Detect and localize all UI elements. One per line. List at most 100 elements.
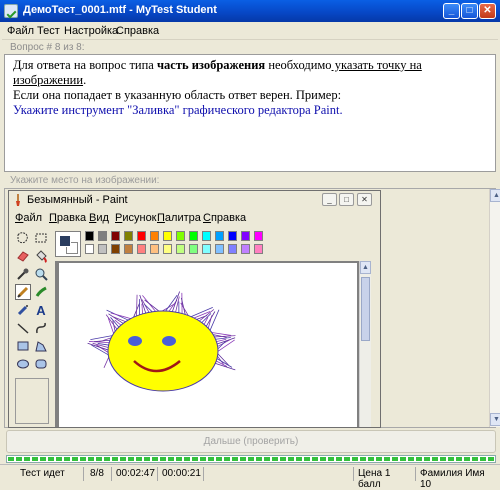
paint-canvas[interactable]: [59, 263, 357, 427]
maximize-button[interactable]: □: [461, 3, 478, 19]
paint-toolbox: A: [11, 228, 53, 428]
fill-bucket-icon[interactable]: [33, 248, 49, 264]
paint-menu-image[interactable]: Рисунок: [115, 212, 157, 224]
curve-icon[interactable]: [33, 320, 49, 336]
question-panel: Для ответа на вопрос типа часть изображе…: [4, 54, 496, 172]
minimize-button[interactable]: _: [443, 3, 460, 19]
palette-swatch[interactable]: [163, 244, 172, 254]
palette-swatch[interactable]: [137, 244, 146, 254]
scroll-up-icon[interactable]: ▲: [490, 189, 500, 202]
rounded-rect-icon[interactable]: [33, 356, 49, 372]
hair-stroke: [136, 295, 137, 316]
status-empty: [204, 467, 354, 481]
palette-swatch[interactable]: [85, 244, 94, 254]
airbrush-icon[interactable]: [15, 302, 31, 318]
question-text: .: [83, 73, 86, 87]
menu-settings[interactable]: Настройка: [64, 25, 118, 37]
image-instruction-header: Укажите место на изображении:: [2, 174, 498, 188]
scroll-down-icon[interactable]: ▼: [490, 413, 500, 426]
brush-icon[interactable]: [33, 284, 49, 300]
status-total-time: 00:02:47: [112, 467, 158, 481]
status-question-time: 00:00:21: [158, 467, 204, 481]
palette-swatch[interactable]: [98, 244, 107, 254]
palette-swatch[interactable]: [241, 244, 250, 254]
paint-menu-help[interactable]: Справка: [203, 212, 246, 224]
title-bar: ДемоТест_0001.mtf - MyTest Student _ □ ✕: [0, 0, 500, 22]
menu-test[interactable]: Тест: [37, 25, 60, 37]
palette-swatch[interactable]: [254, 244, 263, 254]
menu-help[interactable]: Справка: [116, 25, 159, 37]
palette-swatch[interactable]: [241, 231, 250, 241]
palette-swatch[interactable]: [228, 244, 237, 254]
hair-stroke: [216, 337, 231, 339]
next-check-button[interactable]: Дальше (проверить): [6, 430, 496, 453]
palette-swatch[interactable]: [98, 231, 107, 241]
paint-minimize-icon[interactable]: _: [322, 193, 337, 206]
palette-swatch[interactable]: [111, 244, 120, 254]
palette-swatch[interactable]: [189, 244, 198, 254]
tool-options-box[interactable]: [15, 378, 49, 424]
palette-swatch[interactable]: [202, 231, 211, 241]
paint-title: Безымянный - Paint: [27, 194, 128, 206]
palette-swatch[interactable]: [202, 244, 211, 254]
menu-file[interactable]: Файл: [7, 25, 34, 37]
hair-stroke: [142, 304, 143, 314]
palette-swatch[interactable]: [124, 231, 133, 241]
palette-swatch[interactable]: [215, 244, 224, 254]
app-check-icon: [4, 4, 18, 18]
canvas-vertical-scrollbar[interactable]: ▲: [359, 261, 371, 427]
close-button[interactable]: ✕: [479, 3, 496, 19]
palette-swatches: [85, 231, 285, 259]
rect-select-icon[interactable]: [33, 230, 49, 246]
paint-menu-edit[interactable]: Правка: [49, 212, 86, 224]
question-line-2: Если она попадает в указанную область от…: [13, 88, 495, 103]
palette-swatch[interactable]: [150, 231, 159, 241]
palette-swatch[interactable]: [176, 231, 185, 241]
hair-stroke: [108, 314, 123, 324]
palette-swatch[interactable]: [137, 231, 146, 241]
test-progress-fill: [8, 457, 494, 461]
canvas-scroll-thumb[interactable]: [361, 277, 370, 341]
text-icon[interactable]: A: [33, 302, 49, 318]
paint-menu-file[interactable]: Файл: [15, 212, 42, 224]
paint-maximize-icon[interactable]: □: [339, 193, 354, 206]
palette-swatch[interactable]: [111, 231, 120, 241]
palette-swatch[interactable]: [254, 231, 263, 241]
status-state: Тест идет: [0, 467, 84, 481]
palette-swatch[interactable]: [215, 231, 224, 241]
paint-close-icon[interactable]: ✕: [357, 193, 372, 206]
palette-swatch[interactable]: [189, 231, 198, 241]
window-title: ДемоТест_0001.mtf - MyTest Student: [23, 4, 217, 16]
canvas-scroll-up-icon[interactable]: ▲: [360, 261, 371, 274]
hair-stroke: [115, 320, 121, 325]
palette-swatch[interactable]: [228, 231, 237, 241]
pencil-icon[interactable]: [15, 284, 31, 300]
paint-canvas-area: ▲: [55, 261, 371, 427]
eraser-icon[interactable]: [15, 248, 31, 264]
rectangle-icon[interactable]: [15, 338, 31, 354]
test-progress-bar: [6, 455, 496, 463]
palette-swatch[interactable]: [124, 244, 133, 254]
palette-swatch[interactable]: [150, 244, 159, 254]
free-select-icon[interactable]: [15, 230, 31, 246]
hair-stroke: [145, 300, 159, 311]
paint-window-image[interactable]: Безымянный - Paint _ □ ✕ Файл Правка Вид…: [8, 190, 381, 428]
palette-swatch[interactable]: [85, 231, 94, 241]
color-picker-icon[interactable]: [15, 266, 31, 282]
question-header: Вопрос # 8 из 8:: [2, 39, 498, 54]
palette-swatch[interactable]: [176, 244, 185, 254]
paint-menu-palette[interactable]: Палитра: [157, 212, 201, 224]
hair-stroke: [104, 357, 109, 368]
status-question-count: 8/8: [84, 467, 112, 481]
palette-swatch[interactable]: [163, 231, 172, 241]
image-vertical-scrollbar[interactable]: ▲ ▼: [489, 189, 500, 427]
paint-menu-view[interactable]: Вид: [89, 212, 109, 224]
status-price: Цена 1 балл: [354, 467, 416, 481]
magnifier-icon[interactable]: [33, 266, 49, 282]
current-colors[interactable]: [55, 231, 81, 257]
question-line-1: Для ответа на вопрос типа часть изображе…: [13, 58, 495, 88]
line-icon[interactable]: [15, 320, 31, 336]
paint-menu-bar: Файл Правка Вид Рисунок Палитра Справка: [9, 211, 380, 226]
ellipse-icon[interactable]: [15, 356, 31, 372]
polygon-icon[interactable]: [33, 338, 49, 354]
